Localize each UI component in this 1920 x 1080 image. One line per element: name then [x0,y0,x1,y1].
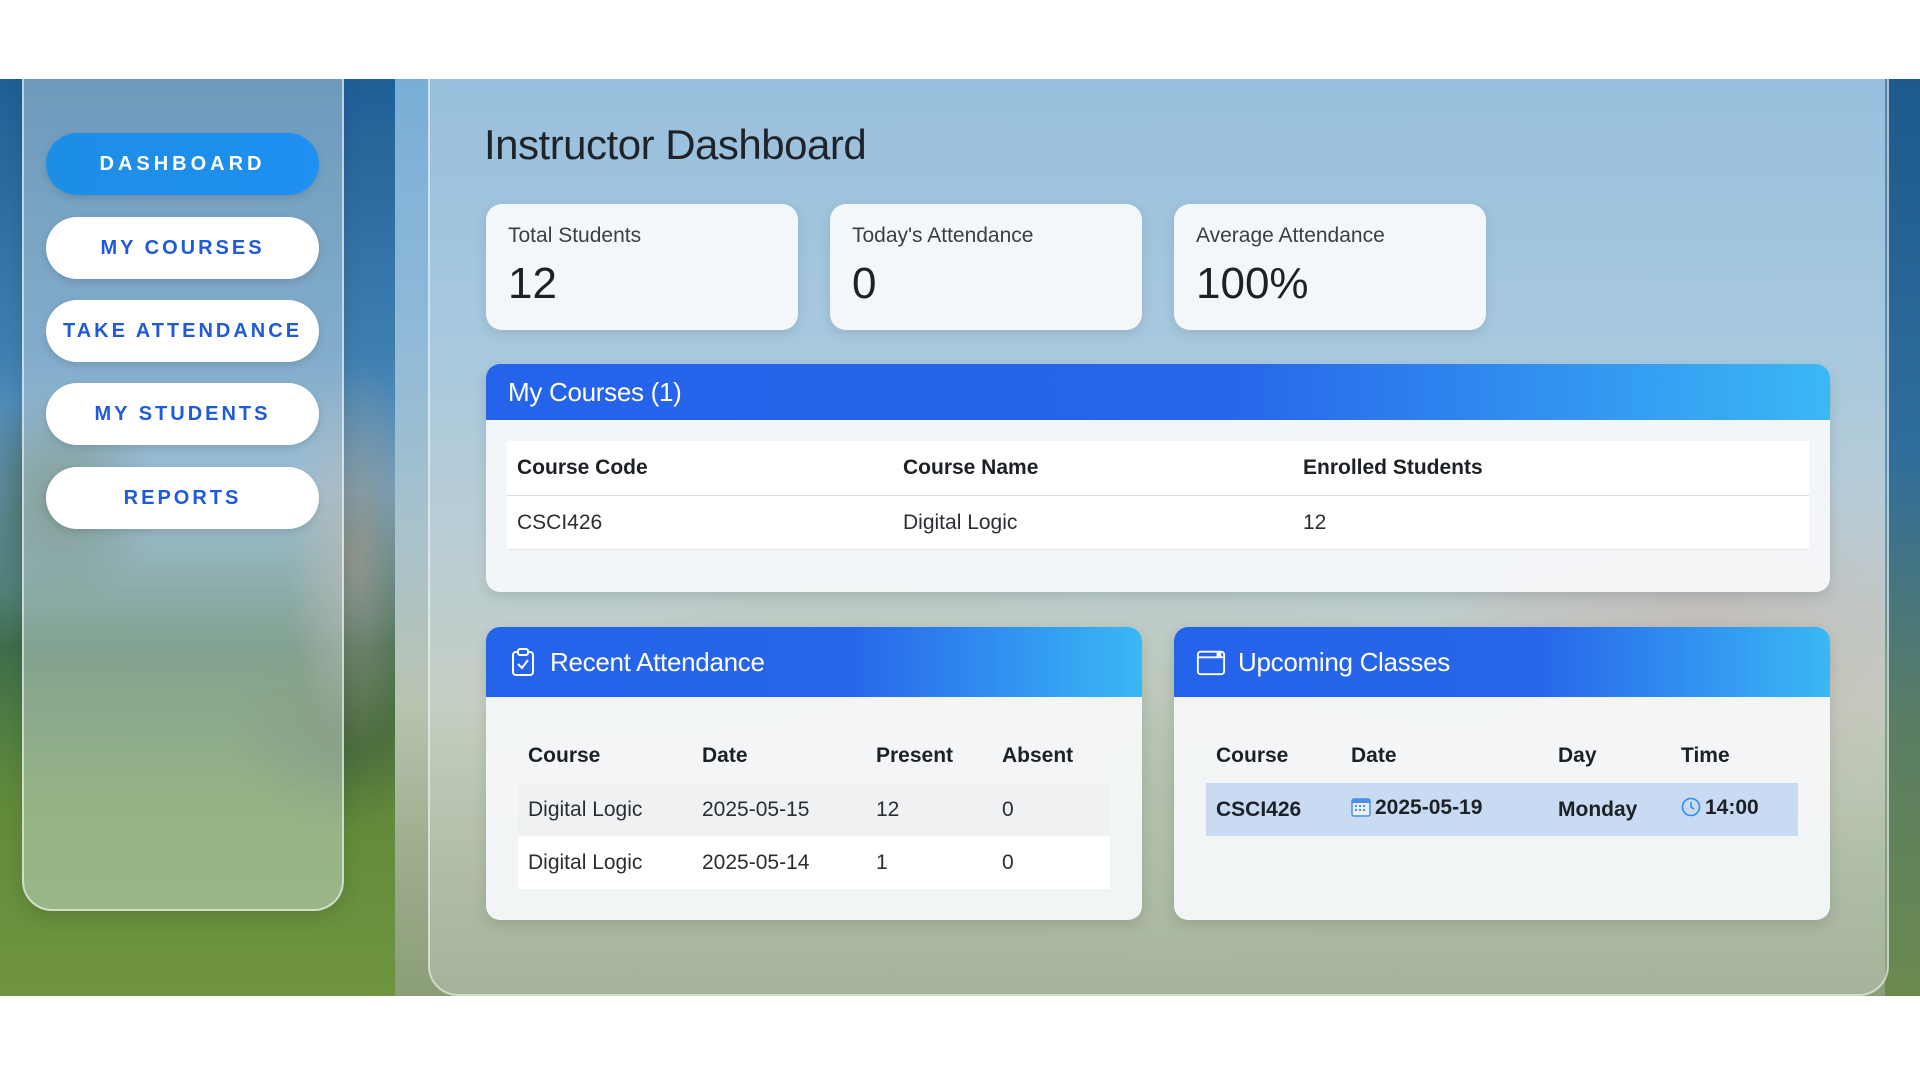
stat-label: Today's Attendance [852,224,1034,247]
recent-attendance-header: Recent Attendance [486,627,1142,697]
panel-title: Recent Attendance [550,646,765,677]
column-header: Time [1681,744,1730,767]
app-viewport: DASHBOARD MY COURSES TAKE ATTENDANCE MY … [0,79,1920,996]
table-cell: 0 [1002,797,1014,821]
stat-card-todays-attendance: Today's Attendance 0 [830,204,1142,330]
panel-title: Upcoming Classes [1238,646,1450,677]
stat-value: 100% [1196,259,1309,308]
nav-dashboard-button[interactable]: DASHBOARD [46,133,319,195]
time-text: 14:00 [1705,796,1759,819]
nav-my-courses-button[interactable]: MY COURSES [46,217,319,279]
courses-table: Course Code Course Name Enrolled Student… [507,441,1809,550]
stat-label: Total Students [508,224,642,247]
column-header: Course Code [517,456,648,479]
clock-icon [1681,797,1701,823]
table-header-row: Course Date Present Absent [518,729,1110,783]
recent-attendance-panel: Recent Attendance Course Date Present Ab… [486,627,1142,920]
column-header: Enrolled Students [1303,456,1483,479]
stat-card-total-students: Total Students 12 [486,204,798,330]
upcoming-classes-panel: Upcoming Classes Course Date Day Time CS… [1174,627,1830,920]
stat-card-average-attendance: Average Attendance 100% [1174,204,1486,330]
table-cell: CSCI426 [507,495,893,550]
table-cell-date: 2025-05-19 [1341,783,1548,836]
column-header: Course [1216,744,1289,767]
column-header: Course Name [903,456,1039,479]
clipboard-check-icon [508,647,538,677]
page-title: Instructor Dashboard [484,121,867,168]
recent-attendance-table: Course Date Present Absent Digital Logic… [518,729,1110,889]
main-panel: Instructor Dashboard Total Students 12 T… [428,79,1889,996]
date-text: 2025-05-19 [1375,796,1483,819]
nav-my-students-button[interactable]: MY STUDENTS [46,383,319,445]
table-row[interactable]: CSCI426 2025-05-19 Monday 14:00 [1206,783,1798,836]
table-cell-time: 14:00 [1671,783,1798,836]
table-cell: Digital Logic [528,850,643,874]
stat-label: Average Attendance [1196,224,1385,247]
background-photo-edge [1885,79,1920,996]
nav-take-attendance-button[interactable]: TAKE ATTENDANCE [46,300,319,362]
calendar-icon [1196,647,1226,677]
table-cell: 12 [876,797,900,821]
upcoming-classes-table: Course Date Day Time CSCI426 2025-05-19 … [1206,729,1798,836]
table-row[interactable]: Digital Logic 2025-05-15 12 0 [518,783,1110,836]
upcoming-classes-header: Upcoming Classes [1174,627,1830,697]
table-row[interactable]: Digital Logic 2025-05-14 1 0 [518,836,1110,889]
my-courses-panel: My Courses (1) Course Code Course Name E… [486,364,1830,592]
column-header: Day [1558,744,1597,767]
table-cell: Digital Logic [893,495,1293,550]
my-courses-header: My Courses (1) [486,364,1830,420]
column-header: Present [876,744,954,767]
table-cell: Monday [1548,783,1671,836]
sidebar: DASHBOARD MY COURSES TAKE ATTENDANCE MY … [22,79,344,911]
table-header-row: Course Date Day Time [1206,729,1798,783]
stat-value: 0 [852,259,877,308]
column-header: Absent [1002,744,1074,767]
nav-reports-button[interactable]: REPORTS [46,467,319,529]
table-cell: 1 [876,850,888,874]
table-cell: Digital Logic [528,797,643,821]
table-cell: 2025-05-14 [702,850,810,874]
table-cell: 2025-05-15 [702,797,810,821]
table-cell: 12 [1293,495,1809,550]
calendar-icon [1351,797,1371,823]
column-header: Date [702,744,748,767]
column-header: Course [528,744,601,767]
table-header-row: Course Code Course Name Enrolled Student… [507,441,1809,496]
stat-value: 12 [508,259,557,308]
table-cell: 0 [1002,850,1014,874]
table-row[interactable]: CSCI426 Digital Logic 12 [507,495,1809,550]
column-header: Date [1351,744,1397,767]
table-cell: CSCI426 [1206,783,1341,836]
